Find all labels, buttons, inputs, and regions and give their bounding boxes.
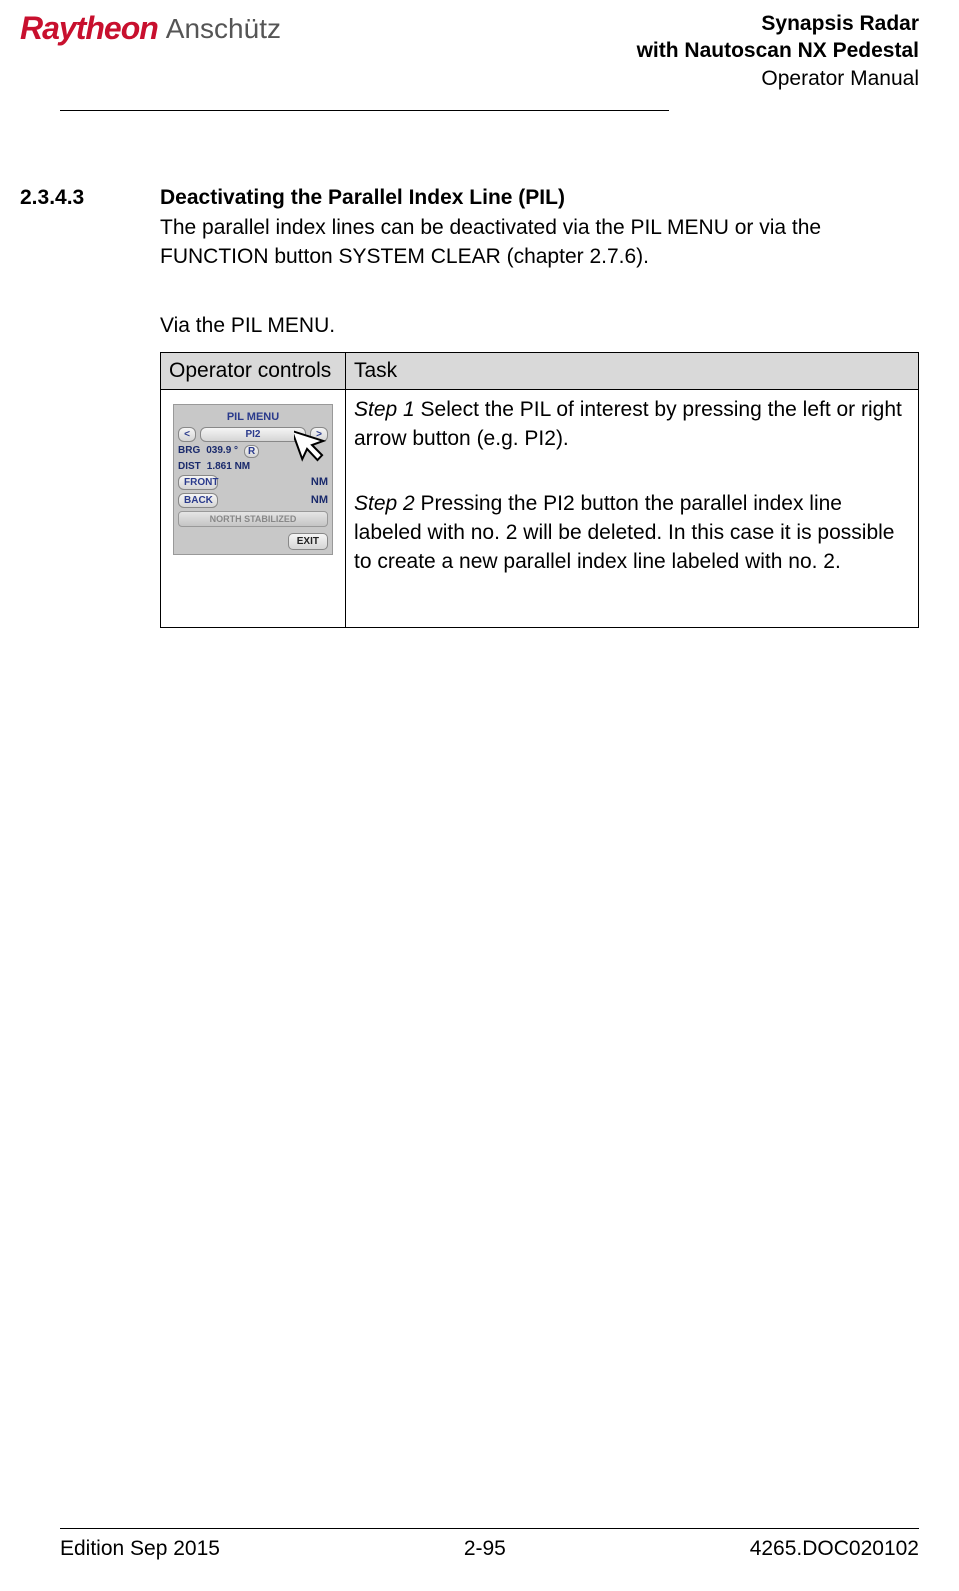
header-line3: Operator Manual (637, 65, 919, 92)
header-line1: Synapsis Radar (637, 10, 919, 37)
section-title: Deactivating the Parallel Index Line (PI… (160, 186, 919, 210)
pil-dist-label: DIST (178, 461, 201, 472)
pil-brg-value: 039.9 ° (206, 445, 238, 458)
page-header: Raytheon Anschütz Synapsis Radar with Na… (20, 10, 919, 102)
pil-exit-button[interactable]: EXIT (288, 533, 328, 550)
operator-table: Operator controls Task PIL MENU < PI2 > (160, 352, 919, 628)
step2-label: Step 2 (354, 492, 415, 515)
pil-back-unit: NM (311, 494, 328, 506)
content-area: 2.3.4.3 Deactivating the Parallel Index … (20, 111, 919, 1528)
pil-menu-panel: PIL MENU < PI2 > BRG 039.9 ° R (173, 404, 333, 555)
pil-brg-label: BRG (178, 445, 200, 458)
pil-north-stabilized: NORTH STABILIZED (178, 511, 328, 527)
footer-doc: 4265.DOC020102 (750, 1537, 919, 1561)
step1-label: Step 1 (354, 398, 415, 421)
logo-anschutz: Anschütz (166, 13, 281, 45)
footer-edition: Edition Sep 2015 (60, 1537, 220, 1561)
header-line2: with Nautoscan NX Pedestal (637, 37, 919, 64)
pil-front-button[interactable]: FRONT (178, 475, 218, 490)
footer-page: 2-95 (464, 1537, 506, 1561)
task-cell: Step 1 Select the PIL of interest by pre… (346, 389, 919, 627)
pil-menu-title: PIL MENU (178, 411, 328, 423)
via-text: Via the PIL MENU. (160, 314, 919, 338)
pil-dist-value: 1.861 NM (207, 461, 250, 472)
logo-raytheon: Raytheon (20, 10, 158, 47)
table-header-task: Task (346, 352, 919, 389)
page-footer: Edition Sep 2015 2-95 4265.DOC020102 (60, 1528, 919, 1561)
pil-front-unit: NM (311, 476, 328, 488)
pil-back-button[interactable]: BACK (178, 493, 218, 508)
section-number: 2.3.4.3 (20, 186, 100, 628)
pil-brg-r-button[interactable]: R (244, 445, 259, 458)
step2-text: Pressing the PI2 button the parallel ind… (354, 492, 894, 573)
table-header-controls: Operator controls (161, 352, 346, 389)
pil-left-arrow-button[interactable]: < (178, 427, 196, 442)
section-intro: The parallel index lines can be deactiva… (160, 214, 919, 272)
pil-selected-button[interactable]: PI2 (200, 427, 306, 442)
header-title-block: Synapsis Radar with Nautoscan NX Pedesta… (637, 10, 919, 92)
cursor-arrow-icon (294, 423, 330, 467)
logo: Raytheon Anschütz (20, 10, 281, 47)
step1-text: Select the PIL of interest by pressing t… (354, 398, 902, 450)
operator-controls-cell: PIL MENU < PI2 > BRG 039.9 ° R (161, 389, 346, 627)
